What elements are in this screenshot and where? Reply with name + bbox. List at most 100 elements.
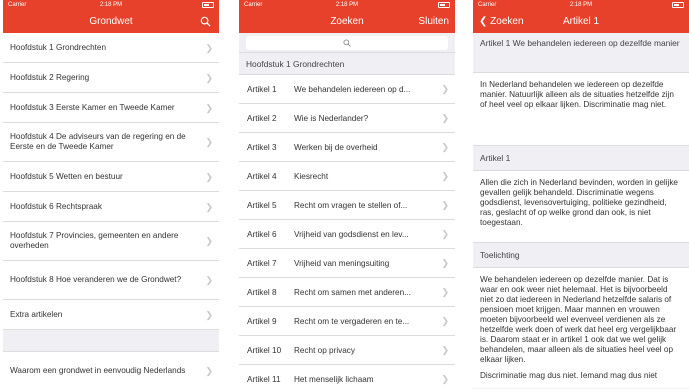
page-title: Grondwet (89, 16, 133, 27)
explanation-paragraph: We behandelen iedereen op dezelfde manie… (480, 275, 677, 364)
article-row[interactable]: Artikel 10 Recht op privacy ❯ (239, 336, 455, 365)
status-bar: Carrier 2:18 PM (473, 0, 689, 11)
nav-bar: ❮ Zoeken Artikel 1 (473, 11, 689, 33)
explanation-paragraph: Discriminatie mag dus niet. Iemand mag d… (480, 371, 658, 380)
list-item[interactable]: Extra artikelen ❯ (3, 300, 219, 330)
status-time: 2:18 PM (335, 2, 359, 8)
screen-grondwet: Carrier 2:18 PM Grondwet Hoofdstuk 1 Gro… (3, 0, 219, 389)
article-title: Wie is Nederlander? (294, 113, 369, 123)
search-icon[interactable] (200, 16, 211, 27)
article-row[interactable]: Artikel 8 Recht om samen met anderen... ❯ (239, 278, 455, 307)
article-title: Vrijheid van godsdienst en lev... (294, 229, 409, 239)
chevron-right-icon: ❯ (205, 236, 213, 246)
screen-artikel: Carrier 2:18 PM ❮ Zoeken Artikel 1 Artik… (473, 0, 689, 389)
search-bar (239, 33, 455, 53)
status-time: 2:18 PM (569, 2, 593, 8)
chevron-right-icon: ❯ (205, 201, 213, 212)
chevron-right-icon: ❯ (441, 171, 449, 181)
list-item-label: Hoofdstuk 1 Grondrechten (10, 42, 107, 52)
battery-icon (202, 2, 214, 8)
chevron-right-icon: ❯ (205, 309, 213, 320)
article-row[interactable]: Artikel 6 Vrijheid van godsdienst en lev.… (239, 220, 455, 249)
battery-icon (672, 2, 684, 8)
article-row[interactable]: Artikel 3 Werken bij de overheid ❯ (239, 133, 455, 162)
article-row[interactable]: Artikel 5 Recht om vragen te stellen of..… (239, 191, 455, 220)
explanation-header: Toelichting (473, 243, 689, 268)
article-section-header: Artikel 1 (473, 146, 689, 171)
article-list: Artikel 1 We behandelen iedereen op d... ❯… (239, 75, 455, 389)
list-item-label: Waarom een grondwet in eenvoudig Nederla… (10, 366, 186, 375)
status-time: 2:18 PM (99, 2, 123, 8)
article-number: Artikel 3 (247, 142, 277, 152)
article-summary: In Nederland behandelen we iedereen op d… (473, 73, 689, 146)
article-title: Recht om vragen te stellen of... (294, 200, 408, 210)
article-title: Recht om samen met anderen... (294, 287, 411, 297)
chevron-right-icon: ❯ (441, 229, 449, 239)
list-item[interactable]: Hoofdstuk 3 Eerste Kamer en Tweede Kamer… (3, 93, 219, 123)
article-number: Artikel 8 (247, 287, 277, 297)
list-item[interactable]: Hoofdstuk 4 De adviseurs van de regering… (3, 123, 219, 162)
article-title: Recht op privacy (294, 345, 355, 355)
status-bar: Carrier 2:18 PM (239, 0, 455, 11)
chapter-list: Hoofdstuk 1 Grondrechten ❯ Hoofdstuk 2 Re… (3, 33, 219, 389)
article-title: Het menselijk lichaam (294, 374, 374, 384)
article-row[interactable]: Artikel 7 Vrijheid van meningsuiting ❯ (239, 249, 455, 278)
article-number: Artikel 5 (247, 200, 277, 210)
article-number: Artikel 10 (247, 345, 282, 355)
list-item-label: Hoofdstuk 3 Eerste Kamer en Tweede Kamer (10, 102, 175, 112)
list-item-label: Hoofdstuk 5 Wetten en bestuur (10, 171, 123, 181)
chevron-right-icon: ❯ (205, 42, 213, 53)
list-item[interactable]: Hoofdstuk 8 Hoe veranderen we de Grondwe… (3, 261, 219, 300)
nav-bar: Grondwet (3, 11, 219, 33)
article-content: Artikel 1 We behandelen iedereen op deze… (473, 33, 689, 388)
article-title: Werken bij de overheid (294, 142, 378, 152)
article-row[interactable]: Artikel 9 Recht om te vergaderen en te...… (239, 307, 455, 336)
list-item[interactable]: Hoofdstuk 1 Grondrechten ❯ (3, 33, 219, 63)
nav-bar: Zoeken Sluiten (239, 11, 455, 33)
list-item-label: Hoofdstuk 6 Rechtspraak (10, 201, 102, 211)
list-item[interactable]: Hoofdstuk 7 Provincies, gemeenten en and… (3, 222, 219, 261)
article-row[interactable]: Artikel 11 Het menselijk lichaam ❯ (239, 365, 455, 389)
chevron-right-icon: ❯ (205, 137, 213, 147)
search-input[interactable] (246, 36, 448, 50)
chevron-right-icon: ❯ (205, 171, 213, 182)
page-title: Artikel 1 (562, 16, 600, 27)
list-item[interactable]: Hoofdstuk 6 Rechtspraak ❯ (3, 192, 219, 222)
article-row[interactable]: Artikel 4 Kiesrecht ❯ (239, 162, 455, 191)
article-row[interactable]: Artikel 2 Wie is Nederlander? ❯ (239, 104, 455, 133)
list-item-label: Hoofdstuk 4 De adviseurs van de regering… (10, 132, 186, 151)
article-number: Artikel 1 (247, 84, 277, 94)
chevron-right-icon: ❯ (441, 316, 449, 326)
section-header: Hoofdstuk 1 Grondrechten (239, 53, 455, 75)
article-number: Artikel 7 (247, 258, 277, 268)
chevron-right-icon: ❯ (441, 113, 449, 123)
article-legal-text: Allen die zich in Nederland bevinden, wo… (473, 171, 689, 243)
list-item-label: Hoofdstuk 2 Regering (10, 72, 90, 82)
article-number: Artikel 6 (247, 229, 277, 239)
article-number: Artikel 4 (247, 171, 277, 181)
chevron-right-icon: ❯ (441, 345, 449, 355)
list-item[interactable]: Waarom een grondwet in eenvoudig Nederla… (3, 352, 219, 389)
chevron-right-icon: ❯ (441, 84, 449, 94)
close-button[interactable]: Sluiten (418, 16, 449, 27)
chevron-right-icon: ❯ (441, 258, 449, 268)
chevron-right-icon: ❯ (441, 287, 449, 297)
list-item[interactable]: Hoofdstuk 5 Wetten en bestuur ❯ (3, 162, 219, 192)
list-item-label: Extra artikelen (10, 309, 63, 319)
chevron-right-icon: ❯ (205, 102, 213, 113)
article-title: Recht om te vergaderen en te... (294, 316, 410, 326)
article-number: Artikel 2 (247, 113, 277, 123)
chevron-right-icon: ❯ (441, 374, 449, 384)
article-title-header: Artikel 1 We behandelen iedereen op deze… (473, 33, 689, 73)
list-item-label: Hoofdstuk 8 Hoe veranderen we de Grondwe… (10, 275, 182, 284)
explanation-text: We behandelen iedereen op dezelfde manie… (473, 268, 689, 388)
article-row[interactable]: Artikel 1 We behandelen iedereen op d... ❯ (239, 75, 455, 104)
chevron-right-icon: ❯ (441, 142, 449, 152)
article-title: We behandelen iedereen op d... (294, 84, 411, 94)
list-item[interactable]: Hoofdstuk 2 Regering ❯ (3, 63, 219, 93)
status-bar: Carrier 2:18 PM (3, 0, 219, 11)
section-divider (3, 330, 219, 352)
battery-icon (438, 2, 450, 8)
chevron-right-icon: ❯ (205, 366, 213, 376)
article-title: Vrijheid van meningsuiting (294, 258, 390, 268)
